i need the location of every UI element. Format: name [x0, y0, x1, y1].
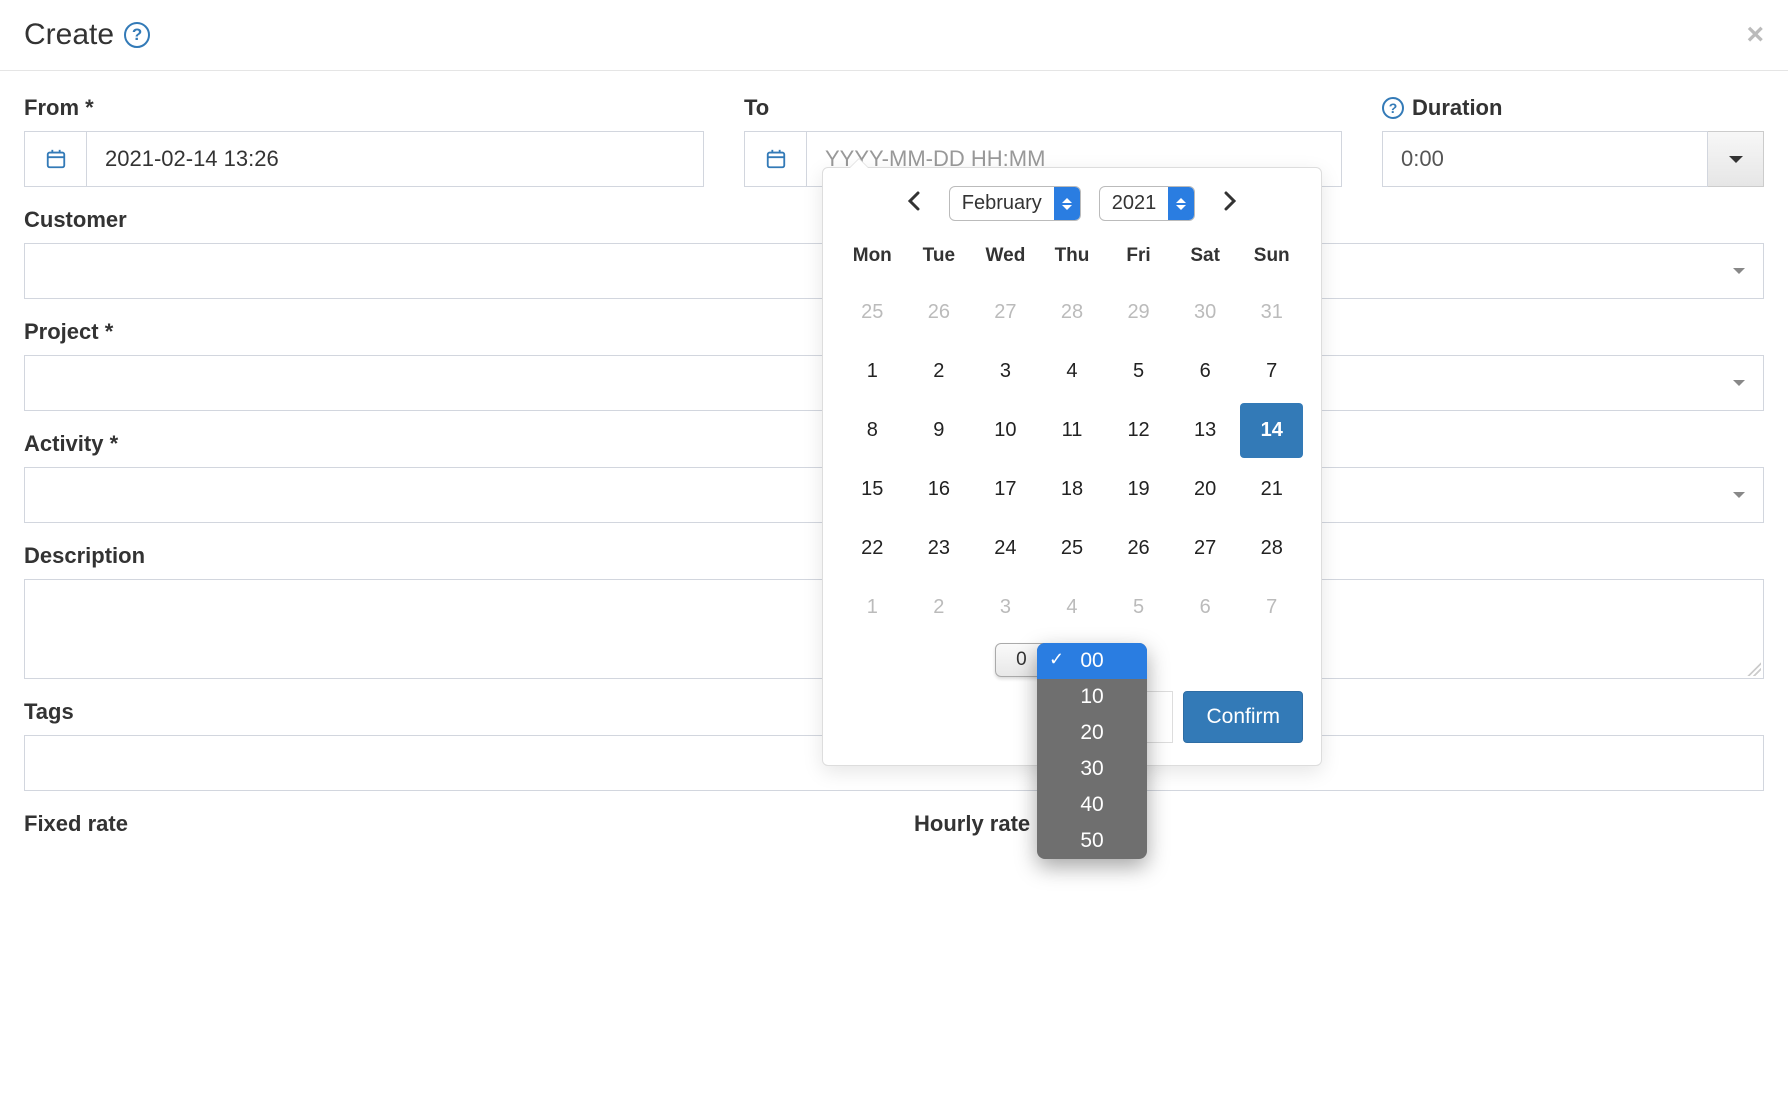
minute-option[interactable]: 30	[1037, 751, 1147, 787]
calendar-day[interactable]: 31	[1240, 285, 1303, 340]
dow-header: Mon	[841, 235, 904, 281]
help-icon[interactable]: ?	[124, 22, 150, 48]
calendar-day[interactable]: 6	[1174, 580, 1237, 635]
help-icon[interactable]: ?	[1382, 97, 1404, 119]
calendar-day[interactable]: 22	[841, 521, 904, 576]
year-value: 2021	[1100, 187, 1169, 220]
calendar-day[interactable]: 9	[908, 403, 971, 458]
calendar-day[interactable]: 21	[1240, 462, 1303, 517]
dow-header: Sat	[1174, 235, 1237, 281]
calendar-day[interactable]: 30	[1174, 285, 1237, 340]
chevron-down-icon	[1729, 156, 1743, 163]
dow-header: Tue	[908, 235, 971, 281]
chevron-down-icon	[1733, 380, 1745, 386]
calendar-day[interactable]: 10	[974, 403, 1037, 458]
calendar-day[interactable]: 25	[841, 285, 904, 340]
duration-label: Duration	[1412, 95, 1502, 121]
minute-option[interactable]: 40	[1037, 787, 1147, 823]
from-label: From *	[24, 95, 704, 121]
calendar-day[interactable]: 7	[1240, 580, 1303, 635]
calendar-day[interactable]: 12	[1107, 403, 1170, 458]
dow-header: Fri	[1107, 235, 1170, 281]
calendar-day[interactable]: 5	[1107, 580, 1170, 635]
calendar-day[interactable]: 4	[1041, 344, 1104, 399]
dow-header: Thu	[1041, 235, 1104, 281]
calendar-day[interactable]: 23	[908, 521, 971, 576]
chevron-down-icon	[1733, 492, 1745, 498]
close-icon[interactable]: ×	[1746, 18, 1764, 52]
month-value: February	[950, 187, 1054, 220]
month-select[interactable]: February	[949, 186, 1081, 221]
calendar-day[interactable]: 3	[974, 344, 1037, 399]
calendar-day[interactable]: 24	[974, 521, 1037, 576]
calendar-day[interactable]: 27	[974, 285, 1037, 340]
calendar-day[interactable]: 1	[841, 344, 904, 399]
calendar-day[interactable]: 13	[1174, 403, 1237, 458]
prev-month-button[interactable]	[897, 187, 931, 221]
minute-dropdown[interactable]: 001020304050	[1037, 643, 1147, 859]
minute-option[interactable]: 20	[1037, 715, 1147, 751]
duration-dropdown-button[interactable]	[1708, 131, 1764, 187]
calendar-day[interactable]: 4	[1041, 580, 1104, 635]
calendar-day[interactable]: 29	[1107, 285, 1170, 340]
calendar-day[interactable]: 16	[908, 462, 971, 517]
calendar-day[interactable]: 3	[974, 580, 1037, 635]
calendar-day[interactable]: 18	[1041, 462, 1104, 517]
calendar-day[interactable]: 15	[841, 462, 904, 517]
calendar-day[interactable]: 8	[841, 403, 904, 458]
hour-value: 0	[1016, 649, 1027, 671]
calendar-day[interactable]: 28	[1041, 285, 1104, 340]
minute-option[interactable]: 10	[1037, 679, 1147, 715]
fixed-rate-label: Fixed rate	[24, 811, 874, 837]
chevron-down-icon	[1733, 268, 1745, 274]
calendar-day[interactable]: 2	[908, 580, 971, 635]
calendar-day[interactable]: 2	[908, 344, 971, 399]
calendar-icon[interactable]	[744, 131, 806, 187]
confirm-button[interactable]: Confirm	[1183, 691, 1303, 743]
calendar-day[interactable]: 1	[841, 580, 904, 635]
minute-option[interactable]: 00	[1037, 643, 1147, 679]
modal-title: Create	[24, 18, 114, 52]
calendar-day[interactable]: 7	[1240, 344, 1303, 399]
dow-header: Wed	[974, 235, 1037, 281]
calendar-day[interactable]: 5	[1107, 344, 1170, 399]
calendar-icon[interactable]	[24, 131, 86, 187]
dow-header: Sun	[1240, 235, 1303, 281]
duration-input[interactable]	[1382, 131, 1708, 187]
calendar-day[interactable]: 17	[974, 462, 1037, 517]
next-month-button[interactable]	[1213, 187, 1247, 221]
calendar-day[interactable]: 27	[1174, 521, 1237, 576]
calendar-day[interactable]: 20	[1174, 462, 1237, 517]
calendar-day[interactable]: 25	[1041, 521, 1104, 576]
to-label: To	[744, 95, 1342, 121]
calendar-day[interactable]: 19	[1107, 462, 1170, 517]
calendar-day[interactable]: 6	[1174, 344, 1237, 399]
datepicker-popup: February 2021 MonTueWedThuFriSatSun25262…	[822, 167, 1322, 766]
minute-option[interactable]: 50	[1037, 823, 1147, 859]
calendar-day[interactable]: 26	[908, 285, 971, 340]
calendar-day[interactable]: 28	[1240, 521, 1303, 576]
year-select[interactable]: 2021	[1099, 186, 1196, 221]
calendar-day[interactable]: 26	[1107, 521, 1170, 576]
calendar-day[interactable]: 14	[1240, 403, 1303, 458]
calendar-day[interactable]: 11	[1041, 403, 1104, 458]
from-input[interactable]	[86, 131, 704, 187]
